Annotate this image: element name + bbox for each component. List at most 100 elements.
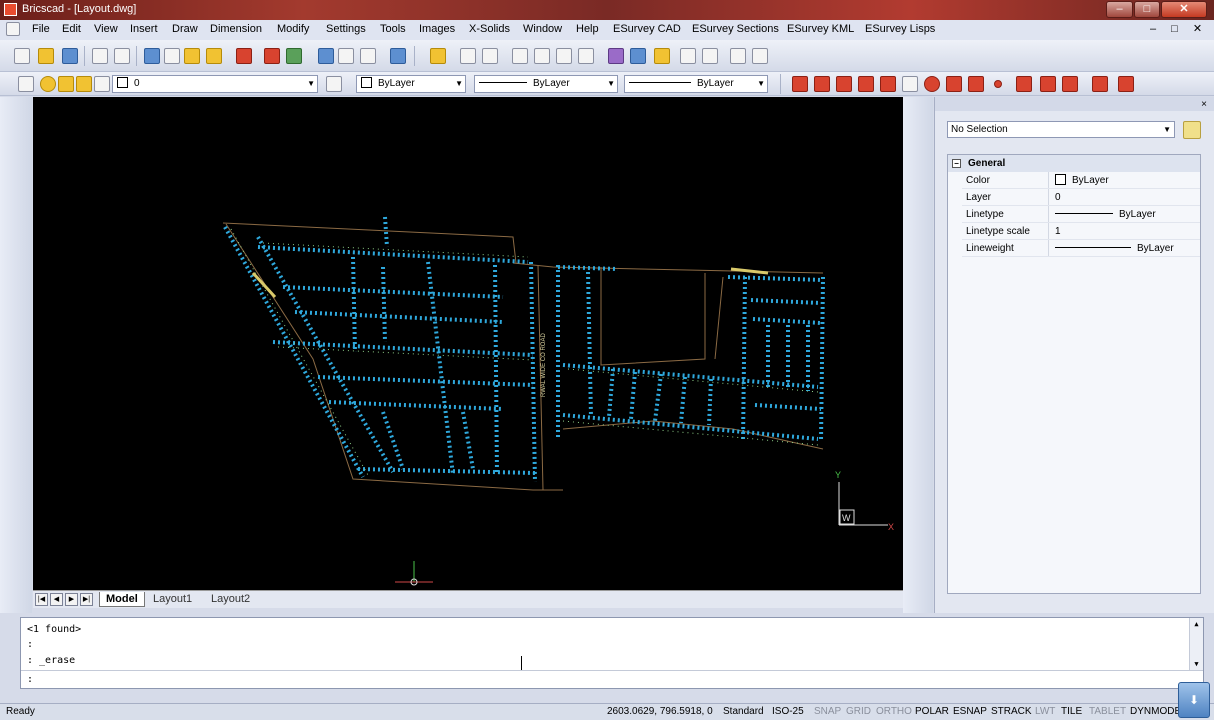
menu-dimension[interactable]: Dimension xyxy=(210,23,262,38)
layer-dropdown[interactable]: 0 ▼ xyxy=(112,75,318,93)
copy-entities-icon[interactable] xyxy=(911,135,925,149)
3d-view-icon[interactable] xyxy=(702,48,718,64)
paste-icon[interactable] xyxy=(184,48,200,64)
group-icon[interactable] xyxy=(9,517,23,531)
hatch-icon[interactable] xyxy=(9,301,23,315)
cut-icon[interactable] xyxy=(144,48,160,64)
array-modify-icon[interactable] xyxy=(911,275,925,289)
menu-esurvey-kml[interactable]: ESurvey KML xyxy=(787,23,854,38)
wipeout-icon[interactable] xyxy=(9,345,23,359)
trim-icon[interactable] xyxy=(911,323,925,337)
extend-icon[interactable] xyxy=(911,353,925,367)
polyline-icon[interactable] xyxy=(9,211,23,225)
menu-modify[interactable]: Modify xyxy=(277,23,309,38)
insert-block-icon[interactable] xyxy=(9,415,23,429)
tab-layout2[interactable]: Layout2 xyxy=(205,592,256,607)
menu-help[interactable]: Help xyxy=(576,23,599,38)
document-window-controls[interactable]: – □ ✕ xyxy=(1150,22,1208,35)
menu-esurvey-cad[interactable]: ESurvey CAD xyxy=(613,23,681,38)
help-icon[interactable] xyxy=(390,48,406,64)
align-icon[interactable] xyxy=(911,509,925,523)
snap-quadrant-icon[interactable] xyxy=(924,76,940,92)
stretch-icon[interactable] xyxy=(911,303,925,317)
design-center-icon[interactable] xyxy=(360,48,376,64)
layer-freeze-icon[interactable] xyxy=(58,76,74,92)
menu-view[interactable]: View xyxy=(94,23,118,38)
category-general[interactable]: − General xyxy=(948,155,1200,172)
maximize-button[interactable]: □ xyxy=(1134,1,1160,18)
undo-icon[interactable] xyxy=(264,48,280,64)
property-value[interactable]: ByLayer xyxy=(1048,206,1200,222)
snap-insertion-icon[interactable] xyxy=(968,76,984,92)
snap-nearest-icon[interactable] xyxy=(1040,76,1056,92)
zoom-in-icon[interactable] xyxy=(512,48,528,64)
layers-icon[interactable] xyxy=(630,48,646,64)
layer-manager-icon[interactable] xyxy=(18,76,34,92)
snap-node-icon[interactable] xyxy=(994,80,1002,88)
toggle-snap[interactable]: SNAP xyxy=(814,704,841,720)
save-icon[interactable] xyxy=(62,48,78,64)
property-row-lineweight[interactable]: Lineweight ByLayer xyxy=(962,240,1200,257)
circle-icon[interactable] xyxy=(9,163,23,177)
zoom-window-icon[interactable] xyxy=(556,48,572,64)
zoom-out-icon[interactable] xyxy=(534,48,550,64)
close-button[interactable]: ✕ xyxy=(1161,1,1207,18)
menu-settings[interactable]: Settings xyxy=(326,23,366,38)
copy-icon[interactable] xyxy=(164,48,180,64)
tab-layout1[interactable]: Layout1 xyxy=(147,592,198,607)
layer-plot-icon[interactable] xyxy=(94,76,110,92)
property-value[interactable]: 0 xyxy=(1048,189,1200,205)
toggle-polar[interactable]: POLAR xyxy=(915,704,949,720)
sheet-icon[interactable] xyxy=(752,48,768,64)
menu-draw[interactable]: Draw xyxy=(172,23,198,38)
pan-icon[interactable] xyxy=(460,48,476,64)
property-row-color[interactable]: Color ByLayer xyxy=(962,172,1200,189)
multiline-text-icon[interactable] xyxy=(9,393,23,407)
snap-intersection-icon[interactable] xyxy=(836,76,852,92)
snap-parallel-icon[interactable] xyxy=(902,76,918,92)
make-block-icon[interactable] xyxy=(9,455,23,469)
edit-text-icon[interactable] xyxy=(911,565,925,579)
property-row-linetype[interactable]: Linetype ByLayer xyxy=(962,206,1200,223)
line-icon[interactable] xyxy=(9,115,23,129)
toggle-tile[interactable]: TILE xyxy=(1061,704,1082,720)
property-value[interactable]: 1 xyxy=(1048,223,1200,239)
menu-tools[interactable]: Tools xyxy=(380,23,406,38)
property-value[interactable]: ByLayer xyxy=(1048,172,1200,188)
explorer-icon[interactable] xyxy=(318,48,334,64)
dimension-style[interactable]: ISO-25 xyxy=(772,704,804,720)
layer-on-icon[interactable] xyxy=(40,76,56,92)
region-icon[interactable] xyxy=(9,323,23,337)
menu-insert[interactable]: Insert xyxy=(130,23,158,38)
open-file-icon[interactable] xyxy=(38,48,54,64)
toggle-dynmode[interactable]: DYNMODE xyxy=(1130,704,1181,720)
status-tray-button[interactable]: ⬇ xyxy=(1178,682,1210,718)
collapse-toggle-icon[interactable]: − xyxy=(952,159,961,168)
snap-apparent-icon[interactable] xyxy=(1118,76,1134,92)
zoom-realtime-icon[interactable] xyxy=(482,48,498,64)
point-icon[interactable] xyxy=(13,281,19,287)
tab-model[interactable]: Model xyxy=(99,592,145,607)
menu-edit[interactable]: Edit xyxy=(62,23,81,38)
copy-tool-icon[interactable] xyxy=(9,475,23,489)
menu-window[interactable]: Window xyxy=(523,23,562,38)
menu-images[interactable]: Images xyxy=(419,23,455,38)
snap-none-icon[interactable] xyxy=(1092,76,1108,92)
toggle-tablet[interactable]: TABLET xyxy=(1089,704,1126,720)
make-current-layer-icon[interactable] xyxy=(326,76,342,92)
print-icon[interactable] xyxy=(114,48,130,64)
layer-lock-icon[interactable] xyxy=(76,76,92,92)
ellipse-icon[interactable] xyxy=(9,183,23,197)
command-input[interactable]: : xyxy=(21,670,1203,688)
first-tab-button[interactable]: |◀ xyxy=(35,593,48,606)
zoom-extents-icon[interactable] xyxy=(578,48,594,64)
layer-states-icon[interactable] xyxy=(654,48,670,64)
properties-icon[interactable] xyxy=(338,48,354,64)
toggle-lwt[interactable]: LWT xyxy=(1035,704,1055,720)
snap-perpendicular-icon[interactable] xyxy=(880,76,896,92)
table-icon[interactable] xyxy=(730,48,746,64)
text-style[interactable]: Standard xyxy=(723,704,764,720)
snap-extension-icon[interactable] xyxy=(1062,76,1078,92)
menu-x-solids[interactable]: X-Solids xyxy=(469,23,510,38)
snap-tangent-icon[interactable] xyxy=(946,76,962,92)
